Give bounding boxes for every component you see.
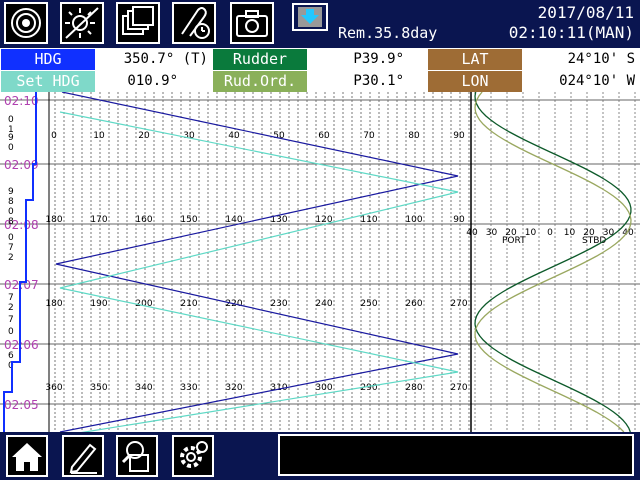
rudder-tick: 10 bbox=[564, 228, 576, 238]
scale-tick: 210 bbox=[180, 299, 197, 309]
scale-tick: 180 bbox=[45, 215, 62, 225]
lon-label: LON bbox=[428, 71, 522, 92]
scale-tick: 70 bbox=[363, 131, 375, 141]
sethdg-value: 010.9° bbox=[96, 71, 178, 92]
info-panel: HDG 350.7° (T) Rudder P39.9° LAT 24°10' … bbox=[0, 48, 640, 92]
download-icon[interactable] bbox=[292, 3, 328, 31]
camera-icon[interactable] bbox=[230, 2, 274, 44]
scale-tick: 300 bbox=[315, 383, 332, 393]
scale-tick: 360 bbox=[45, 383, 62, 393]
windows-icon[interactable] bbox=[116, 2, 160, 44]
scale-tick: 100 bbox=[405, 215, 422, 225]
rudord-value: P30.1° bbox=[308, 71, 404, 92]
scale-tick: 20 bbox=[138, 131, 150, 141]
left-digit: 2 bbox=[8, 253, 14, 263]
left-digit: 9 bbox=[8, 133, 14, 143]
rudder-tick: 40 bbox=[466, 228, 478, 238]
lat-label: LAT bbox=[428, 49, 522, 70]
rudder-order-trace bbox=[474, 92, 632, 432]
top-toolbar: Rem.35.8day 2017/08/11 02:10:11(MAN) bbox=[0, 0, 640, 48]
hdg-value: 350.7° (T) bbox=[96, 49, 208, 70]
rudder-tick: 30 bbox=[486, 228, 498, 238]
scale-tick: 160 bbox=[135, 215, 152, 225]
left-digit: 8 bbox=[8, 217, 14, 227]
rudder-tick: 0 bbox=[547, 228, 553, 238]
left-digit: 0 bbox=[8, 207, 14, 217]
scale-tick: 10 bbox=[93, 131, 105, 141]
left-digit: 0 bbox=[8, 233, 14, 243]
scale-tick: 80 bbox=[408, 131, 420, 141]
left-digit: 6 bbox=[8, 351, 14, 361]
sethdg-label: Set HDG bbox=[1, 71, 95, 92]
bottom-toolbar bbox=[0, 432, 640, 480]
course-recorder-plot[interactable]: 02:10 02:09 02:08 02:07 02:06 02:05 0 10 20 30 40 5… bbox=[0, 92, 640, 432]
port-label: PORT bbox=[502, 236, 526, 246]
lon-value: 024°10' W bbox=[523, 71, 635, 92]
scale-tick: 290 bbox=[360, 383, 377, 393]
scale-tick: 250 bbox=[360, 299, 377, 309]
message-box bbox=[278, 434, 634, 476]
left-digit: 7 bbox=[8, 293, 14, 303]
datetime: 2017/08/11 02:10:11(MAN) bbox=[509, 3, 634, 43]
plot-svg: 02:1002:0902:0802:0702:0602:050 10 20 30 40 5… bbox=[0, 92, 640, 432]
scale-tick: 280 bbox=[405, 383, 422, 393]
time-text: 02:10:11(MAN) bbox=[508, 23, 634, 42]
scale-tick: 190 bbox=[90, 299, 107, 309]
scale-tick: 90 bbox=[453, 215, 465, 225]
rudder-tick: 10 bbox=[525, 228, 537, 238]
left-digit: 2 bbox=[8, 303, 14, 313]
left-digit: 7 bbox=[8, 315, 14, 325]
remaining-days: Rem.35.8day bbox=[338, 24, 438, 42]
scale-tick: 340 bbox=[135, 383, 152, 393]
rudder-label: Rudder bbox=[213, 49, 307, 70]
pencil-icon[interactable] bbox=[62, 435, 104, 477]
scale-tick: 170 bbox=[90, 215, 107, 225]
rudder-trace bbox=[474, 92, 632, 432]
scale-tick: 40 bbox=[228, 131, 240, 141]
scale-tick: 350 bbox=[90, 383, 107, 393]
scale-tick: 110 bbox=[360, 215, 377, 225]
scale-tick: 230 bbox=[270, 299, 287, 309]
left-digit: 0 bbox=[8, 143, 14, 153]
gear-settings-icon[interactable] bbox=[172, 435, 214, 477]
lat-value: 24°10' S bbox=[523, 49, 635, 70]
scale-tick: 180 bbox=[45, 299, 62, 309]
scale-tick: 240 bbox=[315, 299, 332, 309]
scale-tick: 150 bbox=[180, 215, 197, 225]
left-digit: 0 bbox=[8, 115, 14, 125]
left-digit: 8 bbox=[8, 197, 14, 207]
scale-tick: 330 bbox=[180, 383, 197, 393]
left-digit: 0 bbox=[8, 327, 14, 337]
time-label: 02:07 bbox=[4, 278, 39, 292]
scale-tick: 260 bbox=[405, 299, 422, 309]
scale-tick: 30 bbox=[183, 131, 195, 141]
scale-tick: 90 bbox=[453, 131, 465, 141]
home-icon[interactable] bbox=[6, 435, 48, 477]
scale-tick: 270 bbox=[450, 299, 467, 309]
scale-tick: 60 bbox=[318, 131, 330, 141]
scale-tick: 270 bbox=[450, 383, 467, 393]
date-text: 2017/08/11 bbox=[537, 3, 634, 22]
scale-tick: 120 bbox=[315, 215, 332, 225]
rudder-value: P39.9° bbox=[308, 49, 404, 70]
attachment-clock-icon[interactable] bbox=[172, 2, 216, 44]
time-label: 02:06 bbox=[4, 338, 39, 352]
set-heading-trace bbox=[59, 111, 459, 432]
scale-tick: 0 bbox=[51, 131, 57, 141]
left-digit: 7 bbox=[8, 243, 14, 253]
search-doc-icon[interactable] bbox=[116, 435, 158, 477]
time-label: 02:05 bbox=[4, 398, 39, 412]
rudord-label: Rud.Ord. bbox=[213, 71, 307, 92]
scale-tick: 320 bbox=[225, 383, 242, 393]
brightness-icon[interactable] bbox=[60, 2, 104, 44]
hdg-label: HDG bbox=[1, 49, 95, 70]
settings-dial-icon[interactable] bbox=[4, 2, 48, 44]
heading-trace bbox=[55, 92, 459, 432]
time-label: 02:10 bbox=[4, 94, 39, 108]
left-digit: 9 bbox=[8, 187, 14, 197]
